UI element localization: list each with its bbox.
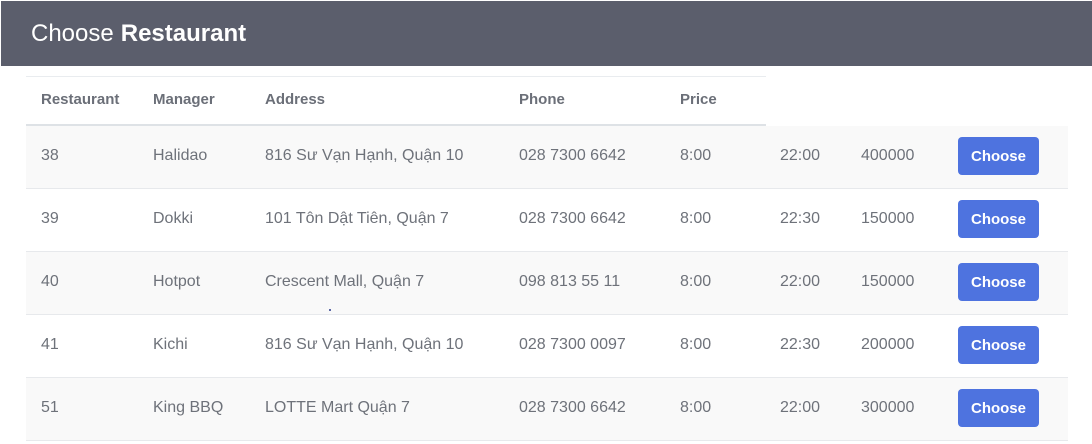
address: Crescent Mall, Quận 7 (265, 273, 425, 290)
restaurant-id: 51 (41, 399, 59, 416)
restaurant-id: 41 (41, 336, 59, 353)
table-row: 40 Hotpot Crescent Mall, Quận 7 098 813 … (26, 252, 1068, 315)
table-row: 51 King BBQ LOTTE Mart Quận 7 028 7300 6… (26, 378, 1068, 441)
choose-button[interactable]: Choose (958, 263, 1039, 301)
manager-name: Hotpot (153, 273, 201, 290)
manager-name: Dokki (153, 210, 194, 227)
address: 101 Tôn Dật Tiên, Quận 7 (265, 210, 449, 227)
choose-button[interactable]: Choose (958, 137, 1039, 175)
restaurant-id: 38 (41, 147, 59, 164)
address: 816 Sư Vạn Hạnh, Quận 10 (265, 336, 464, 353)
open-time: 8:00 (680, 336, 712, 353)
price: 150000 (861, 210, 915, 227)
column-header-phone: Phone (519, 91, 565, 108)
close-time: 22:00 (780, 273, 821, 290)
choose-button[interactable]: Choose (958, 389, 1039, 427)
table-row: 39 Dokki 101 Tôn Dật Tiên, Quận 7 028 73… (26, 189, 1068, 252)
open-time: 8:00 (680, 147, 712, 164)
column-header-manager: Manager (153, 91, 215, 108)
page-title-bold: Restaurant (120, 19, 247, 47)
phone: 028 7300 6642 (519, 147, 626, 164)
phone: 028 7300 6642 (519, 399, 626, 416)
close-time: 22:00 (780, 399, 821, 416)
open-time: 8:00 (680, 399, 712, 416)
open-time: 8:00 (680, 273, 712, 290)
table-row: 41 Kichi 816 Sư Vạn Hạnh, Quận 10 028 73… (26, 315, 1068, 378)
address: 816 Sư Vạn Hạnh, Quận 10 (265, 147, 464, 164)
phone: 028 7300 0097 (519, 336, 626, 353)
restaurant-id: 39 (41, 210, 59, 227)
restaurant-id: 40 (41, 273, 59, 290)
restaurant-table: Restaurant Manager Address Phone Price 3… (26, 76, 1068, 441)
column-header-price: Price (680, 91, 717, 108)
page-title-light: Choose (31, 19, 114, 47)
mouse-cursor-dot (329, 309, 331, 311)
choose-button[interactable]: Choose (958, 326, 1039, 364)
phone: 028 7300 6642 (519, 210, 626, 227)
close-time: 22:30 (780, 336, 821, 353)
price: 400000 (861, 147, 915, 164)
manager-name: Halidao (153, 147, 208, 164)
table-row: 38 Halidao 816 Sư Vạn Hạnh, Quận 10 028 … (26, 126, 1068, 189)
manager-name: Kichi (153, 336, 188, 353)
manager-name: King BBQ (153, 399, 224, 416)
close-time: 22:30 (780, 210, 821, 227)
column-header-address: Address (265, 91, 326, 108)
price: 300000 (861, 399, 915, 416)
close-time: 22:00 (780, 147, 821, 164)
page-header: Choose Restaurant (1, 1, 1092, 66)
column-header-restaurant: Restaurant (41, 91, 120, 108)
open-time: 8:00 (680, 210, 712, 227)
phone: 098 813 55 11 (519, 273, 621, 290)
table-header-row: Restaurant Manager Address Phone Price (26, 76, 766, 126)
price: 200000 (861, 336, 915, 353)
price: 150000 (861, 273, 915, 290)
address: LOTTE Mart Quận 7 (265, 399, 410, 416)
choose-button[interactable]: Choose (958, 200, 1039, 238)
